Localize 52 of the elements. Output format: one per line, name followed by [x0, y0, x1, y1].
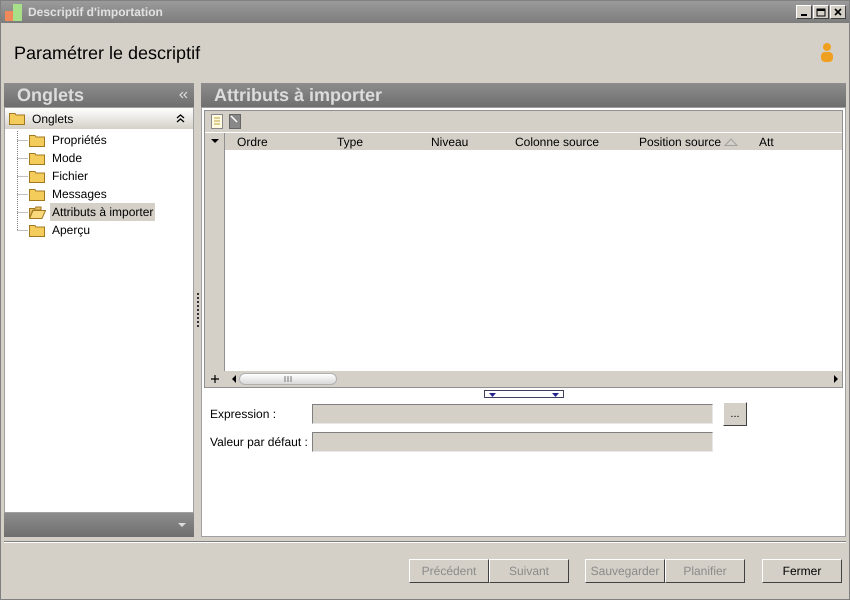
grip-icon [283, 376, 293, 382]
splitter-handle[interactable] [484, 390, 564, 398]
collapse-icon[interactable] [176, 114, 185, 123]
scroll-right-icon[interactable] [834, 375, 838, 383]
tree-line [17, 131, 29, 149]
folder-icon [29, 188, 46, 200]
tree-item[interactable]: Propriétés [50, 131, 109, 149]
tree-item[interactable]: Attributs à importer [50, 203, 156, 221]
tree-item[interactable]: Fichier [50, 167, 90, 185]
input-field[interactable] [312, 404, 713, 424]
person-icon [819, 42, 835, 64]
scroll-left-icon[interactable] [230, 375, 236, 383]
close-button[interactable] [830, 5, 846, 19]
column-header[interactable]: Colonne source [503, 133, 627, 150]
dialog-button[interactable]: Fermer [762, 558, 842, 582]
tree-line [17, 149, 29, 167]
close-icon [834, 8, 842, 16]
column-header[interactable]: Type [325, 133, 419, 150]
tree-item[interactable]: Messages [50, 185, 109, 203]
folder-icon [9, 112, 26, 125]
document-icon[interactable] [211, 114, 223, 129]
window-title: Descriptif d'importation [28, 4, 163, 21]
maximize-button[interactable] [813, 5, 829, 19]
minimize-button[interactable] [796, 5, 812, 19]
field-label: Expression : [210, 406, 278, 423]
folder-icon [29, 152, 46, 164]
folder-icon [29, 134, 46, 146]
app-icon [4, 3, 24, 21]
dropdown-icon[interactable] [210, 139, 218, 144]
column-header[interactable]: Niveau [419, 133, 503, 150]
tree-line [17, 167, 29, 185]
sort-ascending-icon [724, 138, 738, 146]
field-label: Valeur par défaut : [210, 434, 309, 451]
scrollbar-thumb[interactable] [239, 373, 337, 385]
input-field[interactable] [312, 432, 713, 452]
column-header[interactable]: Position source [627, 133, 747, 150]
page-title: Paramétrer le descriptif [14, 42, 200, 65]
column-header[interactable]: Ordre [225, 133, 325, 150]
tree-group-header[interactable]: Onglets [5, 108, 193, 129]
tree-item[interactable]: Mode [50, 149, 84, 167]
panel-title: Onglets [17, 84, 84, 107]
open-folder-icon [29, 206, 46, 218]
maximize-icon [816, 8, 826, 16]
tree-line [17, 185, 29, 203]
browse-button[interactable]: ... [723, 402, 747, 426]
tree-item[interactable]: Aperçu [50, 221, 92, 239]
image-icon[interactable] [229, 114, 241, 129]
folder-icon [29, 170, 46, 182]
panel-title: Attributs à importer [214, 84, 382, 107]
folder-icon [29, 224, 46, 236]
tree-item[interactable]: Onglets [30, 110, 76, 128]
column-header[interactable]: Att [747, 133, 807, 150]
